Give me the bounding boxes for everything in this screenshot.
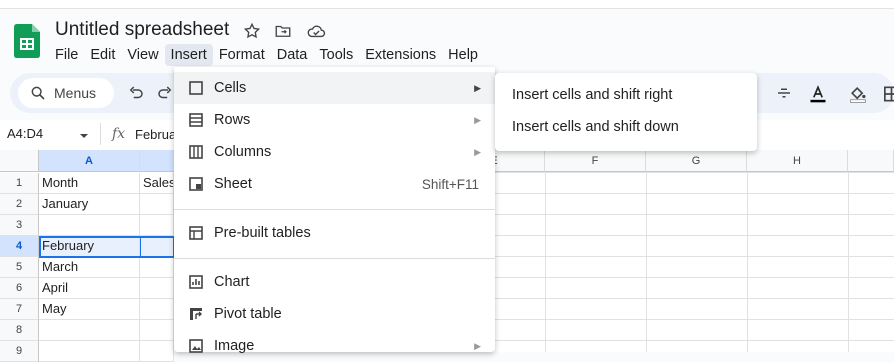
menu-item-prebuilt-tables-label: Pre-built tables bbox=[214, 225, 311, 241]
submenu-arrow-icon: ▶ bbox=[474, 114, 481, 125]
row-header-8[interactable]: 8 bbox=[0, 320, 39, 341]
menu-item-image[interactable]: Image ▶ bbox=[174, 330, 495, 362]
menu-edit[interactable]: Edit bbox=[84, 44, 121, 66]
submenu-arrow-icon: ▶ bbox=[474, 146, 481, 157]
menu-item-sheet-shortcut: Shift+F11 bbox=[421, 176, 479, 192]
cells-icon bbox=[187, 79, 205, 97]
menu-help[interactable]: Help bbox=[442, 44, 484, 66]
row-header-6[interactable]: 6 bbox=[0, 278, 39, 299]
cell-b2[interactable] bbox=[140, 194, 174, 215]
cells-submenu: Insert cells and shift right Insert cell… bbox=[495, 73, 757, 151]
column-header-g[interactable]: G bbox=[646, 150, 747, 172]
menu-tools[interactable]: Tools bbox=[313, 44, 359, 66]
formula-divider bbox=[100, 123, 101, 145]
borders-icon[interactable] bbox=[882, 84, 894, 104]
window-top-edge bbox=[0, 0, 894, 9]
cell-b7[interactable] bbox=[140, 299, 174, 320]
cell-b3[interactable] bbox=[140, 215, 174, 236]
cells-region-right[interactable] bbox=[495, 172, 894, 352]
menu-format[interactable]: Format bbox=[213, 44, 271, 66]
search-menus-label: Menus bbox=[54, 85, 97, 101]
table-icon bbox=[187, 224, 205, 242]
strikethrough-icon[interactable] bbox=[775, 84, 795, 104]
menu-insert[interactable]: Insert bbox=[164, 44, 213, 66]
menu-item-sheet[interactable]: Sheet Shift+F11 bbox=[174, 168, 495, 200]
row-header-7[interactable]: 7 bbox=[0, 299, 39, 320]
cell-a1[interactable]: Month bbox=[39, 173, 140, 194]
document-title[interactable]: Untitled spreadsheet bbox=[55, 19, 229, 41]
redo-icon[interactable] bbox=[156, 84, 176, 104]
formula-input[interactable]: Februa bbox=[135, 127, 176, 142]
cell-a2[interactable]: January bbox=[39, 194, 140, 215]
move-to-folder-icon[interactable] bbox=[274, 22, 292, 40]
column-header-i[interactable] bbox=[848, 150, 894, 172]
insert-cells-shift-down[interactable]: Insert cells and shift down bbox=[512, 119, 679, 135]
menu-item-chart-label: Chart bbox=[214, 274, 250, 290]
undo-icon[interactable] bbox=[127, 84, 147, 104]
select-all-corner[interactable] bbox=[0, 150, 39, 172]
sheet-icon bbox=[187, 175, 205, 193]
menu-data[interactable]: Data bbox=[271, 44, 314, 66]
sheets-logo-icon[interactable] bbox=[14, 24, 40, 58]
cell-b5[interactable] bbox=[140, 257, 174, 278]
active-cell-outline bbox=[39, 236, 141, 258]
pivot-table-icon bbox=[187, 305, 205, 323]
cell-b8[interactable] bbox=[140, 320, 174, 341]
chart-icon bbox=[187, 273, 205, 291]
name-box-dropdown-icon[interactable] bbox=[79, 128, 89, 146]
cell-b6[interactable] bbox=[140, 278, 174, 299]
menu-item-cells-label: Cells bbox=[214, 80, 247, 96]
insert-menu-dropdown: Cells ▶ Rows ▶ Columns ▶ Sheet Shift+F11… bbox=[174, 67, 495, 354]
menu-file[interactable]: File bbox=[49, 44, 84, 66]
submenu-arrow-icon: ▶ bbox=[474, 340, 481, 351]
cell-a3[interactable] bbox=[39, 215, 140, 236]
cell-b1[interactable]: Sales bbox=[140, 173, 174, 194]
menu-item-chart[interactable]: Chart bbox=[174, 266, 495, 298]
image-icon bbox=[187, 337, 205, 355]
submenu-arrow-icon: ▶ bbox=[474, 82, 481, 93]
name-box[interactable]: A4:D4 bbox=[7, 126, 43, 141]
fill-color-icon[interactable] bbox=[848, 84, 868, 104]
star-icon[interactable] bbox=[243, 22, 261, 40]
insert-cells-shift-right[interactable]: Insert cells and shift right bbox=[512, 87, 672, 103]
menu-bar: File Edit View Insert Format Data Tools … bbox=[49, 44, 484, 66]
menu-extensions[interactable]: Extensions bbox=[359, 44, 442, 66]
row-header-1[interactable]: 1 bbox=[0, 173, 39, 194]
search-icon bbox=[31, 86, 45, 100]
cell-a6[interactable]: April bbox=[39, 278, 140, 299]
text-color-icon[interactable] bbox=[808, 84, 828, 104]
menu-item-rows[interactable]: Rows ▶ bbox=[174, 104, 495, 136]
cloud-saved-icon[interactable] bbox=[306, 22, 326, 40]
columns-icon bbox=[187, 143, 205, 161]
cell-a8[interactable] bbox=[39, 320, 140, 341]
search-menus-button[interactable]: Menus bbox=[18, 78, 114, 108]
menu-divider bbox=[174, 258, 495, 259]
row-header-3[interactable]: 3 bbox=[0, 215, 39, 236]
row-header-2[interactable]: 2 bbox=[0, 194, 39, 215]
row-header-5[interactable]: 5 bbox=[0, 257, 39, 278]
menu-item-pivot-table[interactable]: Pivot table bbox=[174, 298, 495, 330]
cell-a7[interactable]: May bbox=[39, 299, 140, 320]
rows-icon bbox=[187, 111, 205, 129]
column-header-h[interactable]: H bbox=[747, 150, 848, 172]
menu-item-columns[interactable]: Columns ▶ bbox=[174, 136, 495, 168]
menu-divider bbox=[174, 209, 495, 210]
menu-item-columns-label: Columns bbox=[214, 144, 272, 160]
menu-item-rows-label: Rows bbox=[214, 112, 251, 128]
function-icon: fx bbox=[112, 126, 126, 142]
menu-view[interactable]: View bbox=[121, 44, 164, 66]
menu-item-cells[interactable]: Cells ▶ bbox=[174, 72, 495, 104]
menu-item-pivot-table-label: Pivot table bbox=[214, 306, 282, 322]
menu-item-prebuilt-tables[interactable]: Pre-built tables bbox=[174, 217, 495, 249]
column-header-a[interactable]: A bbox=[39, 150, 140, 172]
row-header-4[interactable]: 4 bbox=[0, 236, 39, 257]
cell-a5[interactable]: March bbox=[39, 257, 140, 278]
column-header-f[interactable]: F bbox=[545, 150, 646, 172]
